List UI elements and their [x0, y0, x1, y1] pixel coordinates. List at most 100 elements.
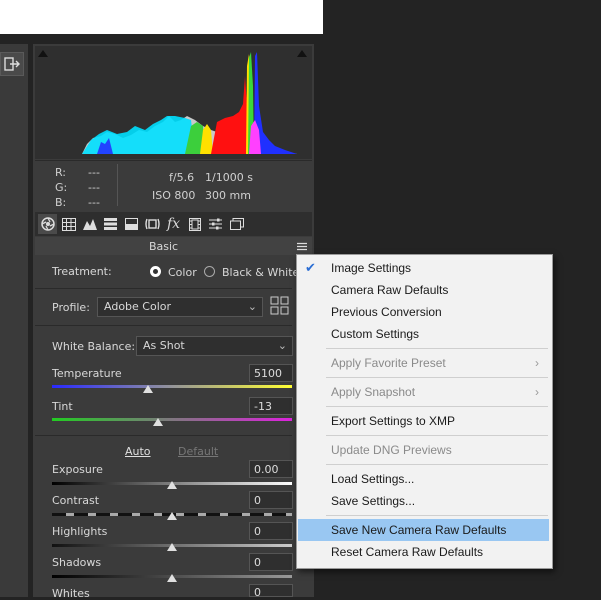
snapshots-icon: [229, 218, 244, 230]
treatment-label: Treatment:: [52, 265, 112, 278]
tab-effects[interactable]: fx: [164, 214, 183, 234]
profile-browser-button[interactable]: [270, 296, 290, 316]
menu-item-export-settings-xmp[interactable]: Export Settings to XMP: [298, 410, 549, 432]
menu-item-save-new-defaults[interactable]: Save New Camera Raw Defaults: [298, 519, 549, 541]
iso: ISO 800: [152, 189, 196, 202]
chevron-right-icon: ›: [535, 385, 539, 399]
treatment-color-label: Color: [168, 266, 197, 279]
fx-icon: fx: [166, 216, 181, 232]
camera-info: R: G: B: --- --- --- f/5.6 1/1000 s ISO …: [35, 160, 312, 213]
whites-input[interactable]: 0: [249, 584, 293, 599]
tab-snapshots[interactable]: [227, 214, 246, 234]
menu-item-label: Apply Snapshot: [331, 385, 416, 399]
default-link[interactable]: Default: [178, 445, 218, 458]
menu-item-update-dng-previews[interactable]: Update DNG Previews: [298, 439, 549, 461]
tab-camera-calibration[interactable]: [185, 214, 204, 234]
checkmark-icon: ✔: [305, 260, 316, 275]
white-balance-value: As Shot: [143, 339, 185, 352]
temperature-input[interactable]: 5100: [249, 364, 293, 382]
profile-select[interactable]: Adobe Color ⌄: [97, 297, 263, 317]
chevron-down-icon: ⌄: [277, 339, 287, 352]
exposure-input[interactable]: 0.00: [249, 460, 293, 478]
menu-item-apply-snapshot[interactable]: Apply Snapshot ›: [298, 381, 549, 403]
contrast-input[interactable]: 0: [249, 491, 293, 509]
auto-link[interactable]: Auto: [125, 445, 151, 458]
profile-value: Adobe Color: [104, 300, 172, 313]
temperature-thumb[interactable]: [143, 385, 153, 393]
panel-options-menu: ✔ Image Settings Camera Raw Defaults Pre…: [296, 254, 553, 569]
menu-item-label: Image Settings: [331, 261, 412, 275]
menu-item-label: Apply Favorite Preset: [331, 356, 446, 370]
tab-presets[interactable]: [206, 214, 225, 234]
menu-separator: [326, 377, 548, 378]
aperture: f/5.6: [169, 171, 195, 184]
menu-item-custom-settings[interactable]: Custom Settings: [298, 323, 549, 345]
tint-thumb[interactable]: [152, 418, 163, 426]
tint-label: Tint: [52, 400, 73, 413]
whites-label: Whites: [52, 587, 90, 600]
triangle-up-icon: [297, 50, 307, 57]
sliders-icon: [209, 218, 222, 230]
temperature-track[interactable]: [52, 385, 292, 388]
focal-length: 300 mm: [205, 189, 251, 202]
white-balance-label: White Balance:: [52, 340, 136, 353]
shadows-input[interactable]: 0: [249, 553, 293, 571]
film-icon: [188, 217, 201, 231]
tab-tone-curve[interactable]: [59, 214, 78, 234]
exposure-thumb[interactable]: [167, 481, 177, 489]
highlights-label: Highlights: [52, 525, 108, 538]
left-toolbar: [0, 44, 28, 597]
divider: [35, 325, 292, 326]
menu-separator: [326, 464, 548, 465]
tab-detail[interactable]: [80, 214, 99, 234]
triangle-up-icon: [38, 50, 48, 57]
treatment-color-radio[interactable]: [150, 266, 161, 277]
hsl-icon: [104, 218, 117, 230]
white-balance-select[interactable]: As Shot ⌄: [136, 336, 293, 356]
exit-icon: [4, 57, 20, 71]
menu-item-reset-defaults[interactable]: Reset Camera Raw Defaults: [298, 541, 549, 563]
panel-menu-button[interactable]: [297, 241, 307, 251]
exposure-label: Exposure: [52, 463, 103, 476]
tab-basic[interactable]: [38, 214, 57, 234]
g-label: G:: [55, 181, 68, 194]
menu-item-load-settings[interactable]: Load Settings...: [298, 468, 549, 490]
menu-item-image-settings[interactable]: ✔ Image Settings: [298, 257, 549, 279]
chevron-down-icon: ⌄: [247, 300, 257, 313]
contrast-thumb[interactable]: [167, 512, 177, 520]
menu-item-camera-raw-defaults[interactable]: Camera Raw Defaults: [298, 279, 549, 301]
tint-input[interactable]: -13: [249, 397, 293, 415]
info-divider: [117, 164, 118, 206]
tab-hsl[interactable]: [101, 214, 120, 234]
aperture-icon: [40, 217, 55, 231]
highlights-thumb[interactable]: [167, 543, 177, 551]
grid-curve-icon: [61, 217, 76, 231]
panel-tabs: fx: [35, 212, 312, 236]
tab-split-toning[interactable]: [122, 214, 141, 234]
histogram-graph: [35, 52, 312, 159]
shadow-clipping-warning-button[interactable]: [37, 48, 49, 58]
highlights-input[interactable]: 0: [249, 522, 293, 540]
b-label: B:: [55, 196, 67, 209]
exit-button[interactable]: [0, 52, 24, 76]
menu-separator: [326, 406, 548, 407]
divider: [35, 288, 292, 289]
b-value: ---: [88, 196, 100, 209]
tab-lens-corrections[interactable]: [143, 214, 162, 234]
menu-item-save-settings[interactable]: Save Settings...: [298, 490, 549, 512]
menu-separator: [326, 515, 548, 516]
menu-item-previous-conversion[interactable]: Previous Conversion: [298, 301, 549, 323]
menu-separator: [326, 348, 548, 349]
menu-item-apply-favorite-preset[interactable]: Apply Favorite Preset ›: [298, 352, 549, 374]
chevron-right-icon: ›: [535, 356, 539, 370]
temperature-label: Temperature: [52, 367, 122, 380]
hamburger-icon: [297, 242, 307, 251]
split-toning-icon: [125, 218, 138, 230]
highlight-clipping-warning-button[interactable]: [296, 48, 308, 58]
histogram: [35, 46, 312, 159]
treatment-bw-radio[interactable]: [204, 266, 215, 277]
r-value: ---: [88, 166, 100, 179]
treatment-bw-label: Black & White: [222, 266, 300, 279]
tint-track[interactable]: [52, 418, 292, 421]
shadows-thumb[interactable]: [167, 574, 177, 582]
